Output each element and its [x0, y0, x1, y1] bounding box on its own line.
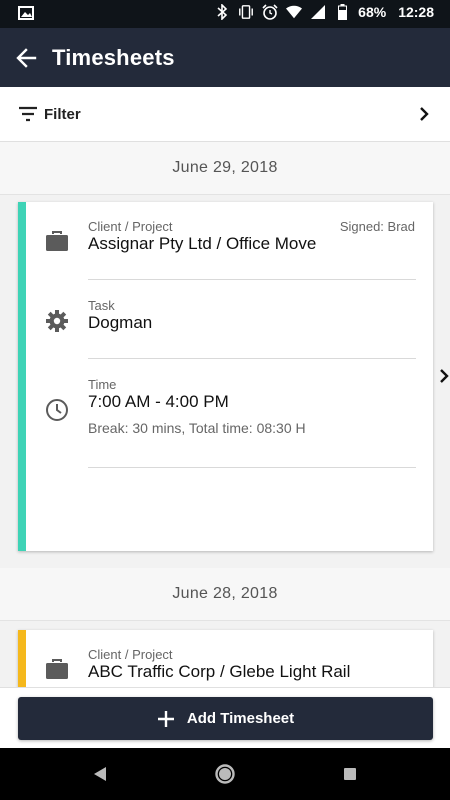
- clock: 12:28: [398, 4, 434, 20]
- nav-back-icon[interactable]: [88, 762, 112, 786]
- client-project-label: Client / Project: [88, 647, 173, 662]
- nav-recents-icon[interactable]: [338, 762, 362, 786]
- gear-icon: [44, 308, 70, 334]
- chevron-right-icon[interactable]: [437, 367, 450, 385]
- add-timesheet-label: Add Timesheet: [186, 710, 295, 727]
- battery-percent: 68%: [358, 4, 387, 20]
- page-title: Timesheets: [52, 44, 175, 70]
- date-header: June 28, 2018: [0, 568, 450, 621]
- filter-row[interactable]: Filter: [0, 87, 450, 142]
- briefcase-icon: [44, 228, 70, 254]
- bluetooth-icon: [214, 4, 230, 20]
- signal-icon: [310, 4, 326, 20]
- battery-icon: [334, 4, 350, 20]
- plus-icon: [157, 710, 175, 728]
- task-label: Task: [88, 298, 115, 313]
- app-bar: Timesheets: [0, 28, 450, 87]
- timesheet-card[interactable]: Signed: Brad Client / Project Assignar P…: [18, 202, 449, 551]
- client-project-value: ABC Traffic Corp / Glebe Light Rail: [88, 662, 351, 681]
- divider: [88, 358, 416, 359]
- status-bar: 68% 12:28: [0, 0, 450, 28]
- client-project-value: Assignar Pty Ltd / Office Move: [88, 234, 317, 253]
- system-nav-bar: [0, 748, 450, 800]
- nav-home-icon[interactable]: [213, 762, 237, 786]
- briefcase-icon: [44, 656, 70, 682]
- add-timesheet-button[interactable]: Add Timesheet: [18, 697, 433, 740]
- image-icon: [18, 6, 34, 20]
- divider: [88, 279, 416, 280]
- wifi-icon: [286, 4, 303, 20]
- arrow-left-icon[interactable]: [0, 28, 52, 87]
- vibrate-icon: [238, 4, 254, 20]
- time-label: Time: [88, 377, 117, 392]
- client-project-label: Client / Project: [88, 219, 173, 234]
- time-detail: Break: 30 mins, Total time: 08:30 H: [88, 420, 306, 436]
- date-header: June 29, 2018: [0, 142, 450, 195]
- alarm-icon: [262, 4, 278, 20]
- add-timesheet-bar: Add Timesheet: [0, 687, 450, 749]
- filter-label: Filter: [44, 105, 81, 123]
- signed-label: Signed: Brad: [339, 219, 415, 234]
- card-accent-bar: [18, 202, 26, 551]
- clock-icon: [44, 397, 70, 423]
- time-value: 7:00 AM - 4:00 PM: [88, 392, 229, 411]
- filter-icon: [14, 100, 42, 128]
- task-value: Dogman: [88, 313, 153, 332]
- chevron-right-icon[interactable]: [412, 102, 436, 126]
- divider: [88, 467, 416, 468]
